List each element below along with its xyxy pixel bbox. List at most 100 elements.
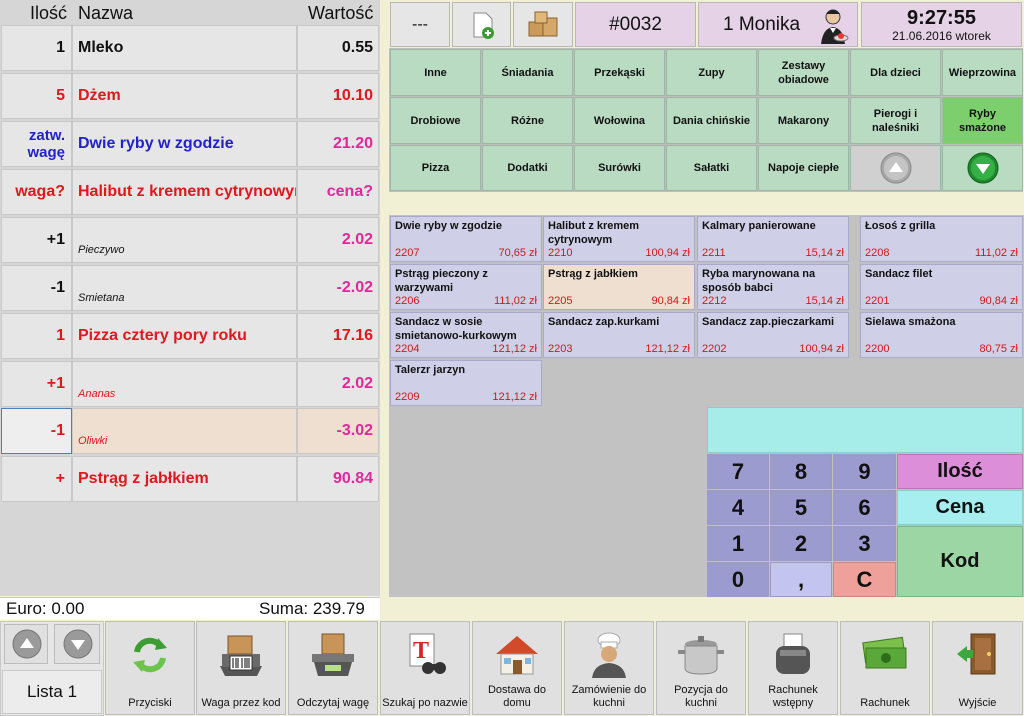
row-name[interactable]: Mleko (72, 25, 297, 71)
key-9[interactable]: 9 (833, 454, 896, 489)
row-name-cell[interactable]: Oliwki (72, 408, 297, 454)
keypad-display[interactable] (707, 407, 1023, 453)
category-wolowina[interactable]: Wołowina (574, 97, 665, 144)
row-qty[interactable]: 5 (1, 73, 72, 119)
row-value[interactable]: cena? (297, 169, 379, 215)
row-name-cell[interactable]: Ananas (72, 361, 297, 407)
product-name: Halibut z kremem cytrynowym (548, 220, 640, 246)
key-0[interactable]: 0 (707, 562, 769, 597)
przyciski-button[interactable]: Przyciski (105, 621, 195, 715)
dostawa-do-domu-button[interactable]: Dostawa do domu (472, 621, 562, 715)
row-qty[interactable]: +1 (1, 361, 72, 407)
category-pierogi[interactable]: Pierogi i naleśniki (850, 97, 941, 144)
key-5[interactable]: 5 (770, 490, 832, 525)
product-tile[interactable]: Sandacz zap.kurkami 2203 121,12 zł (543, 312, 695, 358)
key-4[interactable]: 4 (707, 490, 769, 525)
key-comma[interactable]: , (770, 562, 832, 597)
key-6[interactable]: 6 (833, 490, 896, 525)
boxes-button[interactable] (513, 2, 573, 47)
clear-key[interactable]: C (833, 562, 896, 597)
rachunek-button[interactable]: Rachunek (840, 621, 930, 715)
scroll-down-button[interactable] (54, 624, 100, 664)
code-key[interactable]: Kod (897, 526, 1023, 597)
clock: 9:27:55 21.06.2016 wtorek (861, 2, 1022, 47)
row-qty[interactable]: 1 (1, 25, 72, 71)
zamowienie-do-kuchni-button[interactable]: Zamówienie do kuchni (564, 621, 654, 715)
row-value[interactable]: 2.02 (297, 361, 379, 407)
key-3[interactable]: 3 (833, 526, 896, 561)
row-qty[interactable]: waga? (1, 169, 72, 215)
row-name[interactable]: Halibut z kremem cytrynowym (72, 169, 297, 215)
dash-button[interactable]: --- (390, 2, 450, 47)
row-value[interactable]: -3.02 (297, 408, 379, 454)
key-1[interactable]: 1 (707, 526, 769, 561)
category-dla-dzieci[interactable]: Dla dzieci (850, 49, 941, 96)
row-qty[interactable]: zatw. wagę (1, 121, 72, 167)
rachunek-wstepny-button[interactable]: Rachunek wstępny (748, 621, 838, 715)
pozycja-do-kuchni-button[interactable]: Pozycja do kuchni (656, 621, 746, 715)
category-napoje-cieple[interactable]: Napoje ciepłe (758, 145, 849, 191)
product-tile[interactable]: Talerzr jarzyn 2209 121,12 zł (390, 360, 542, 406)
category-pizza[interactable]: Pizza (390, 145, 481, 191)
order-number[interactable]: #0032 (575, 2, 696, 47)
row-value[interactable]: 90.84 (297, 456, 379, 502)
category-zupy[interactable]: Zupy (666, 49, 757, 96)
row-qty[interactable]: -1 (1, 265, 72, 311)
category-wieprzowina[interactable]: Wieprzowina (942, 49, 1023, 96)
product-tile[interactable]: Dwie ryby w zgodzie 2207 70,65 zł (390, 216, 542, 262)
category-dania-chinskie[interactable]: Dania chińskie (666, 97, 757, 144)
category-scroll-down-button[interactable] (942, 145, 1023, 191)
category-dodatki[interactable]: Dodatki (482, 145, 573, 191)
product-tile[interactable]: Ryba marynowana na sposób babci 2212 15,14… (697, 264, 849, 310)
category-zestawy-obiadowe[interactable]: Zestawy obiadowe (758, 49, 849, 96)
row-name[interactable]: Dwie ryby w zgodzie (72, 121, 297, 167)
product-tile[interactable]: Sandacz zap.pieczarkami 2202 100,94 zł (697, 312, 849, 358)
category-drobiowe[interactable]: Drobiowe (390, 97, 481, 144)
waiter-button[interactable]: 1 Monika (698, 2, 858, 47)
row-value[interactable]: 21.20 (297, 121, 379, 167)
category-inne[interactable]: Inne (390, 49, 481, 96)
key-7[interactable]: 7 (707, 454, 769, 489)
key-2[interactable]: 2 (770, 526, 832, 561)
product-tile[interactable]: Kalmary panierowane 2211 15,14 zł (697, 216, 849, 262)
wyjscie-button[interactable]: Wyjście (932, 621, 1023, 715)
row-name[interactable]: Dżem (72, 73, 297, 119)
category-salatki[interactable]: Sałatki (666, 145, 757, 191)
product-tile[interactable]: Sandacz w sosie smietanowo-kurkowym 2204 1… (390, 312, 542, 358)
row-value[interactable]: 10.10 (297, 73, 379, 119)
category-makarony[interactable]: Makarony (758, 97, 849, 144)
product-tile[interactable]: Pstrąg z jabłkiem 2205 90,84 zł (543, 264, 695, 310)
category-przekaski[interactable]: Przekąski (574, 49, 665, 96)
category-ryby-smazone[interactable]: Ryby smażone (942, 97, 1023, 144)
new-document-button[interactable] (452, 2, 511, 47)
list-selector[interactable]: Lista 1 (2, 670, 102, 714)
row-qty[interactable]: +1 (1, 217, 72, 263)
row-value[interactable]: 2.02 (297, 217, 379, 263)
qty-key[interactable]: Ilość (897, 454, 1023, 489)
row-qty[interactable]: 1 (1, 313, 72, 359)
row-value[interactable]: 17.16 (297, 313, 379, 359)
category-surowki[interactable]: Surówki (574, 145, 665, 191)
category-scroll-up-button[interactable] (850, 145, 941, 191)
row-name[interactable]: Pizza cztery pory roku (72, 313, 297, 359)
product-tile[interactable]: Halibut z kremem cytrynowym 2210 100,94 zł (543, 216, 695, 262)
row-name-cell[interactable]: Pieczywo (72, 217, 297, 263)
szukaj-po-nazwie-button[interactable]: T Szukaj po nazwie (380, 621, 470, 715)
product-tile[interactable]: Pstrąg pieczony z warzywami 2206 111,02 zł (390, 264, 542, 310)
category-rozne[interactable]: Różne (482, 97, 573, 144)
row-value[interactable]: -2.02 (297, 265, 379, 311)
row-qty[interactable]: -1 (1, 408, 72, 454)
row-qty[interactable]: + (1, 456, 72, 502)
price-key[interactable]: Cena (897, 490, 1023, 525)
key-8[interactable]: 8 (770, 454, 832, 489)
scroll-up-button[interactable] (4, 624, 48, 664)
product-tile[interactable]: Łosoś z grilla 2208 111,02 zł (860, 216, 1023, 262)
row-value[interactable]: 0.55 (297, 25, 379, 71)
category-sniadania[interactable]: Śniadania (482, 49, 573, 96)
row-name-cell[interactable]: Smietana (72, 265, 297, 311)
waga-przez-kod-button[interactable]: Waga przez kod (196, 621, 286, 715)
product-tile[interactable]: Sielawa smażona 2200 80,75 zł (860, 312, 1023, 358)
odczytaj-wage-button[interactable]: Odczytaj wagę (288, 621, 378, 715)
product-tile[interactable]: Sandacz filet 2201 90,84 zł (860, 264, 1023, 310)
row-name[interactable]: Pstrąg z jabłkiem (72, 456, 297, 502)
